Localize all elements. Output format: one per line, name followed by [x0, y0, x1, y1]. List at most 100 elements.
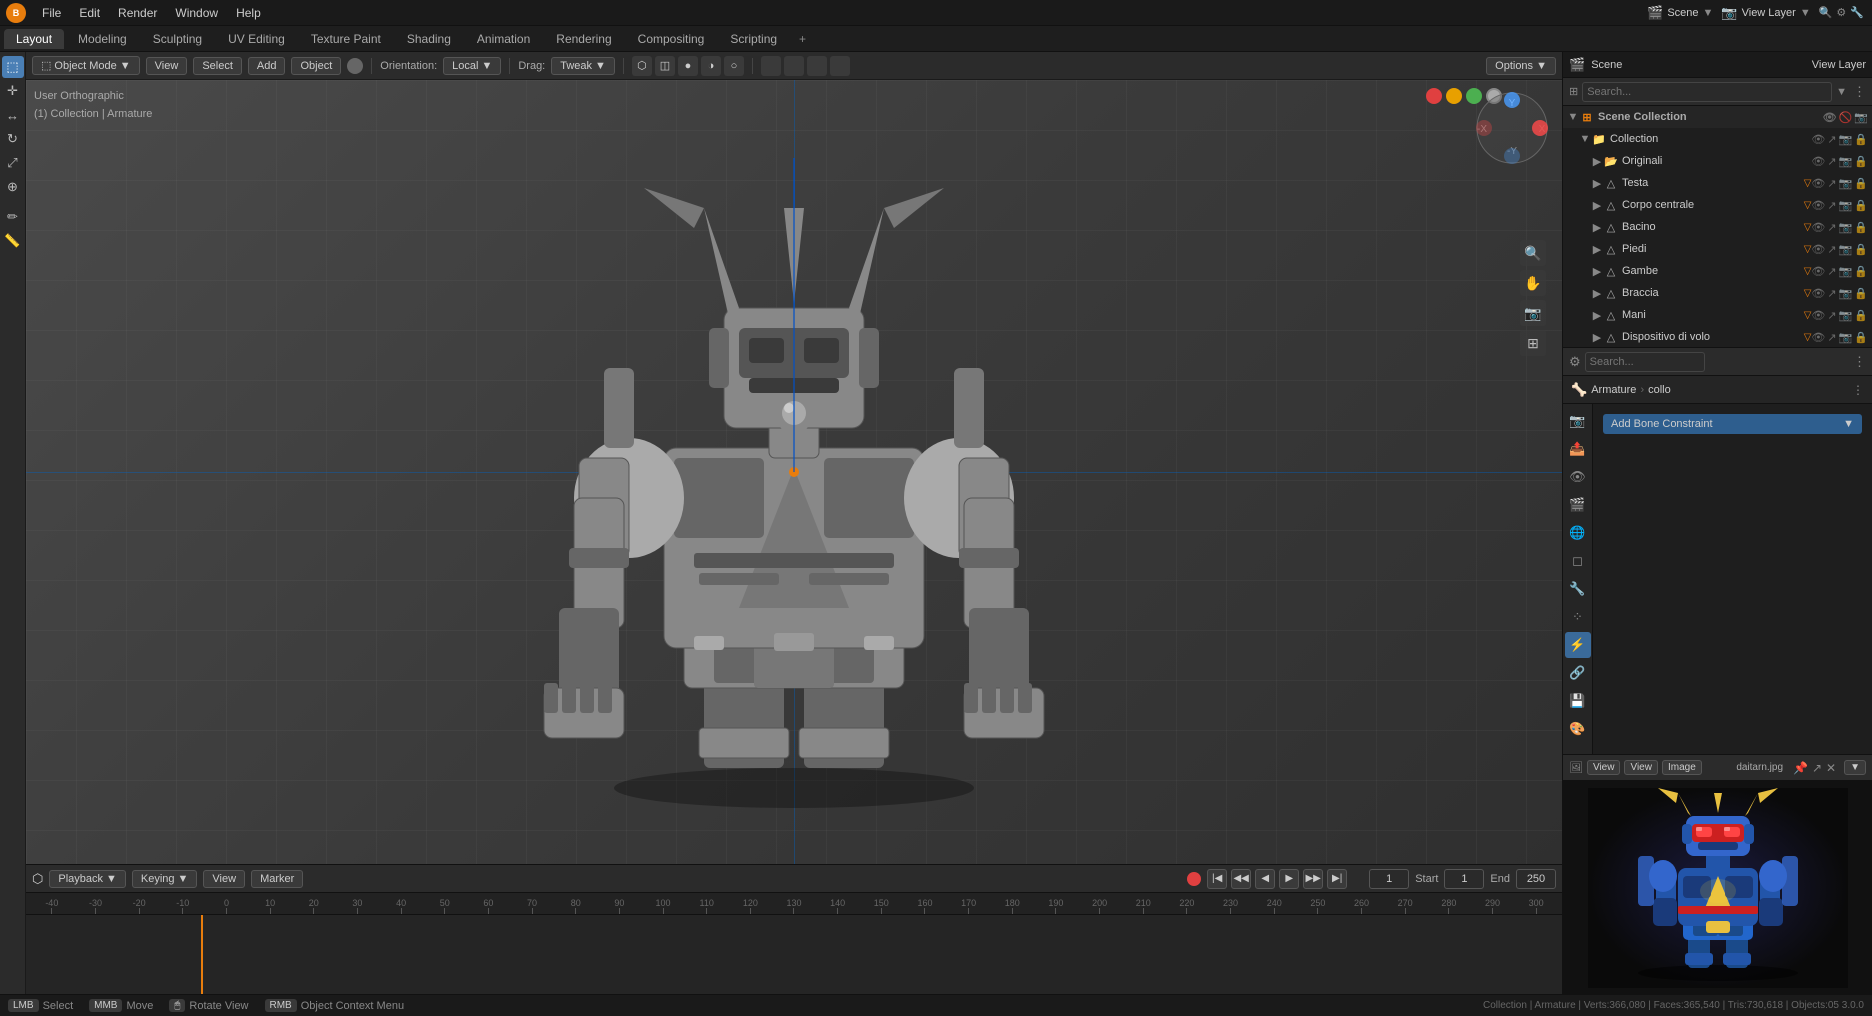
- tool-annotate[interactable]: ✏: [2, 206, 24, 228]
- orientation-selector[interactable]: Local ▼: [443, 57, 501, 75]
- step-forward-button[interactable]: ▶▶: [1303, 869, 1323, 889]
- orig-render-icon[interactable]: 📷: [1839, 155, 1853, 168]
- current-frame-input[interactable]: 1: [1369, 869, 1409, 889]
- tab-uv-editing[interactable]: UV Editing: [216, 29, 297, 49]
- orig-lock-icon[interactable]: 🔒: [1854, 155, 1868, 168]
- tool-rotate[interactable]: ↻: [2, 128, 24, 150]
- play-forward-button[interactable]: ▶: [1279, 869, 1299, 889]
- tool-select[interactable]: ⬚: [2, 56, 24, 78]
- tool-transform[interactable]: ⊕: [2, 176, 24, 198]
- tab-add-button[interactable]: +: [791, 29, 814, 49]
- tab-texture-paint[interactable]: Texture Paint: [299, 29, 393, 49]
- overlay-toggle[interactable]: [761, 56, 781, 76]
- outliner-scene-collection[interactable]: ▼ ⊞ Scene Collection 👁 🚫 📷: [1563, 106, 1872, 128]
- disp-render-icon[interactable]: 📷: [1839, 331, 1853, 344]
- step-back-button[interactable]: ◀◀: [1231, 869, 1251, 889]
- solid-icon[interactable]: ●: [678, 56, 698, 76]
- timeline-track[interactable]: [26, 915, 1562, 994]
- outliner-item-braccia[interactable]: ▶ △ Braccia ▽ 👁 ↗ 📷 🔒: [1563, 282, 1872, 304]
- outliner-collection[interactable]: ▼ 📁 Collection 👁 ↗ 📷 🔒: [1563, 128, 1872, 150]
- col-select-icon[interactable]: ↗: [1827, 133, 1836, 146]
- sc-render-icon[interactable]: 📷: [1854, 111, 1868, 124]
- bacino-view-icon[interactable]: 👁: [1811, 221, 1825, 234]
- prop-modifier-icon[interactable]: 🔧: [1565, 576, 1591, 602]
- jump-end-button[interactable]: ▶|: [1327, 869, 1347, 889]
- img-image-menu[interactable]: Image: [1662, 760, 1702, 775]
- outliner-item-mani[interactable]: ▶ △ Mani ▽ 👁 ↗ 📷 🔒: [1563, 304, 1872, 326]
- menu-window[interactable]: Window: [167, 4, 226, 22]
- props-search-input[interactable]: [1585, 352, 1705, 372]
- grid-icon[interactable]: ⊞: [1520, 330, 1546, 356]
- tweak-selector[interactable]: Tweak ▼: [551, 57, 615, 75]
- view-menu[interactable]: View: [146, 57, 188, 75]
- timeline-playhead[interactable]: [201, 915, 203, 994]
- object-menu[interactable]: Object: [291, 57, 341, 75]
- prop-output-icon[interactable]: 📤: [1565, 436, 1591, 462]
- mani-lock-icon[interactable]: 🔒: [1854, 309, 1868, 322]
- bc-options-icon[interactable]: ⋮: [1852, 383, 1864, 397]
- tool-move[interactable]: ↔: [2, 104, 24, 126]
- img-view-menu[interactable]: View: [1587, 760, 1621, 775]
- prop-scene-icon[interactable]: 🎬: [1565, 492, 1591, 518]
- tab-animation[interactable]: Animation: [465, 29, 542, 49]
- corpo-sel-icon[interactable]: ↗: [1827, 199, 1836, 212]
- corpo-render-icon[interactable]: 📷: [1839, 199, 1853, 212]
- testa-view-icon[interactable]: 👁: [1811, 177, 1825, 190]
- image-viewer-content[interactable]: [1563, 781, 1872, 994]
- prop-object-icon[interactable]: ◻: [1565, 548, 1591, 574]
- testa-render-icon[interactable]: 📷: [1839, 177, 1853, 190]
- outliner-item-gambe[interactable]: ▶ △ Gambe ▽ 👁 ↗ 📷 🔒: [1563, 260, 1872, 282]
- options-btn[interactable]: Options ▼: [1486, 57, 1556, 75]
- marker-menu[interactable]: Marker: [251, 870, 303, 888]
- piedi-lock-icon[interactable]: 🔒: [1854, 243, 1868, 256]
- braccia-view-icon[interactable]: 👁: [1811, 287, 1825, 300]
- props-options-btn[interactable]: ⋮: [1853, 354, 1866, 370]
- pan-icon[interactable]: ✋: [1520, 270, 1546, 296]
- bacino-sel-icon[interactable]: ↗: [1827, 221, 1836, 234]
- outliner-item-originali[interactable]: ▶ 📂 Originali 👁 ↗ 📷 🔒: [1563, 150, 1872, 172]
- menu-edit[interactable]: Edit: [71, 4, 108, 22]
- sc-exclude-icon[interactable]: 🚫: [1839, 111, 1853, 124]
- corpo-lock-icon[interactable]: 🔒: [1854, 199, 1868, 212]
- prop-constraint-icon[interactable]: 🔗: [1565, 660, 1591, 686]
- scene-selector[interactable]: 🎬 Scene ▼: [1647, 5, 1713, 21]
- select-menu[interactable]: Select: [193, 57, 242, 75]
- prop-view-layer-icon[interactable]: 👁: [1565, 464, 1591, 490]
- end-frame-input[interactable]: 250: [1516, 869, 1556, 889]
- tab-compositing[interactable]: Compositing: [626, 29, 717, 49]
- testa-lock-icon[interactable]: 🔒: [1854, 177, 1868, 190]
- corpo-view-icon[interactable]: 👁: [1811, 199, 1825, 212]
- sc-view-icon[interactable]: 👁: [1823, 111, 1837, 124]
- playback-menu[interactable]: Playback ▼: [49, 870, 126, 888]
- bacino-render-icon[interactable]: 📷: [1839, 221, 1853, 234]
- testa-sel-icon[interactable]: ↗: [1827, 177, 1836, 190]
- outliner-item-testa[interactable]: ▶ △ Testa ▽ 👁 ↗ 📷 🔒: [1563, 172, 1872, 194]
- gambe-view-icon[interactable]: 👁: [1811, 265, 1825, 278]
- rendered-icon[interactable]: ○: [724, 56, 744, 76]
- disp-lock-icon[interactable]: 🔒: [1854, 331, 1868, 344]
- add-bone-constraint-button[interactable]: Add Bone Constraint ▼: [1603, 414, 1862, 434]
- outliner-item-corpo[interactable]: ▶ △ Corpo centrale ▽ 👁 ↗ 📷 🔒: [1563, 194, 1872, 216]
- view-menu-timeline[interactable]: View: [203, 870, 245, 888]
- disp-view-icon[interactable]: 👁: [1811, 331, 1825, 344]
- prop-physics-icon[interactable]: ⚡: [1565, 632, 1591, 658]
- gambe-render-icon[interactable]: 📷: [1839, 265, 1853, 278]
- outliner-item-dispositivo[interactable]: ▶ △ Dispositivo di volo ▽ 👁 ↗ 📷 🔒: [1563, 326, 1872, 347]
- tab-layout[interactable]: Layout: [4, 29, 64, 49]
- tab-rendering[interactable]: Rendering: [544, 29, 623, 49]
- orig-view-icon[interactable]: 👁: [1811, 155, 1825, 168]
- outliner-search-input[interactable]: [1582, 82, 1832, 102]
- tab-shading[interactable]: Shading: [395, 29, 463, 49]
- bacino-lock-icon[interactable]: 🔒: [1854, 221, 1868, 234]
- img-close-icon[interactable]: ✕: [1826, 761, 1836, 775]
- piedi-view-icon[interactable]: 👁: [1811, 243, 1825, 256]
- col-render-icon[interactable]: 📷: [1839, 133, 1853, 146]
- tab-sculpting[interactable]: Sculpting: [141, 29, 214, 49]
- material-icon[interactable]: ◑: [701, 56, 721, 76]
- braccia-sel-icon[interactable]: ↗: [1827, 287, 1836, 300]
- img-pin-icon[interactable]: 📌: [1793, 761, 1808, 775]
- mani-render-icon[interactable]: 📷: [1839, 309, 1853, 322]
- menu-render[interactable]: Render: [110, 4, 165, 22]
- add-menu[interactable]: Add: [248, 57, 286, 75]
- img-popout-icon[interactable]: ↗: [1812, 761, 1822, 775]
